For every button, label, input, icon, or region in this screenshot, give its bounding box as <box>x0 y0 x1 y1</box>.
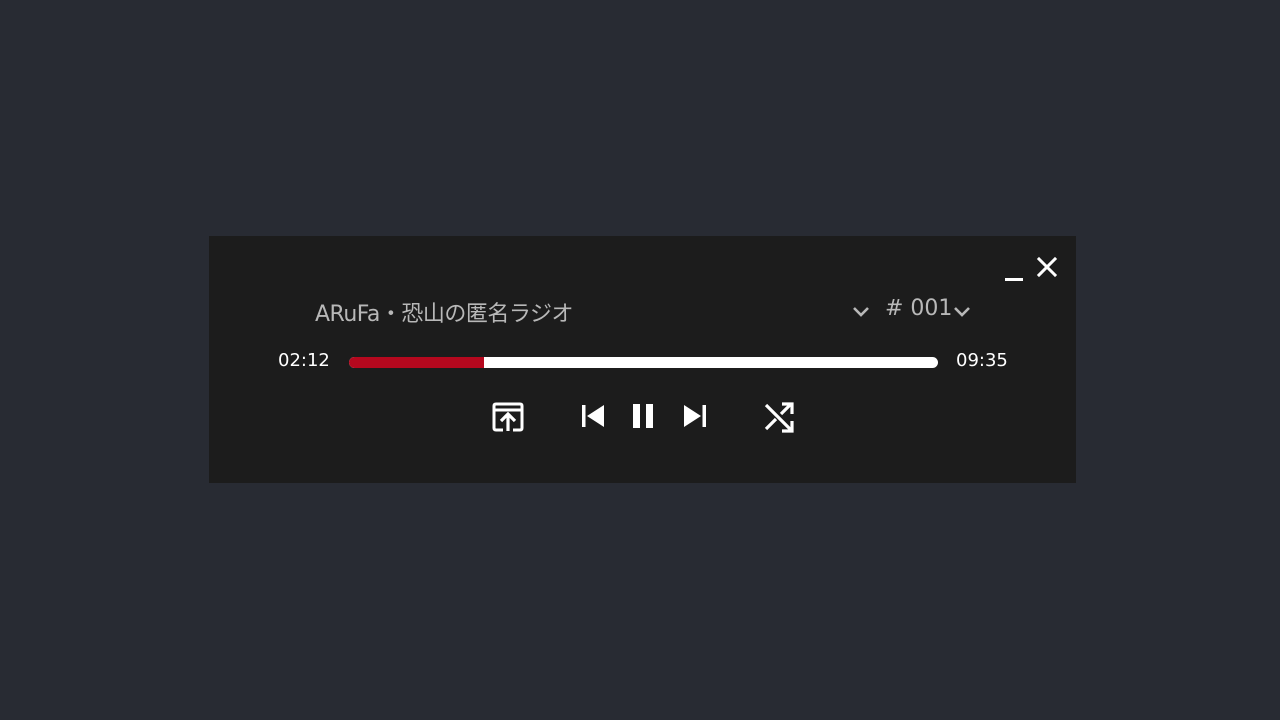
skip-previous-icon[interactable] <box>581 404 605 428</box>
total-time: 09:35 <box>956 350 1008 371</box>
pause-icon[interactable] <box>631 403 655 429</box>
skip-next-icon[interactable] <box>683 404 707 428</box>
progress-played <box>349 357 485 368</box>
title-dropdown-chevron-down-icon[interactable] <box>852 305 870 319</box>
minimize-button[interactable] <box>1005 273 1023 281</box>
audio-player-panel: ARuFa・恐山の匿名ラジオ # 001 02:12 09:35 <box>209 236 1076 483</box>
progress-bar[interactable] <box>349 357 938 368</box>
current-time: 02:12 <box>278 350 330 371</box>
program-title[interactable]: ARuFa・恐山の匿名ラジオ <box>315 296 573 328</box>
open-external-icon[interactable] <box>491 401 525 433</box>
close-button[interactable] <box>1036 256 1058 278</box>
episode-dropdown-chevron-down-icon[interactable] <box>953 305 971 319</box>
shuffle-icon[interactable] <box>763 401 795 433</box>
episode-selector[interactable]: # 001 <box>885 296 952 321</box>
